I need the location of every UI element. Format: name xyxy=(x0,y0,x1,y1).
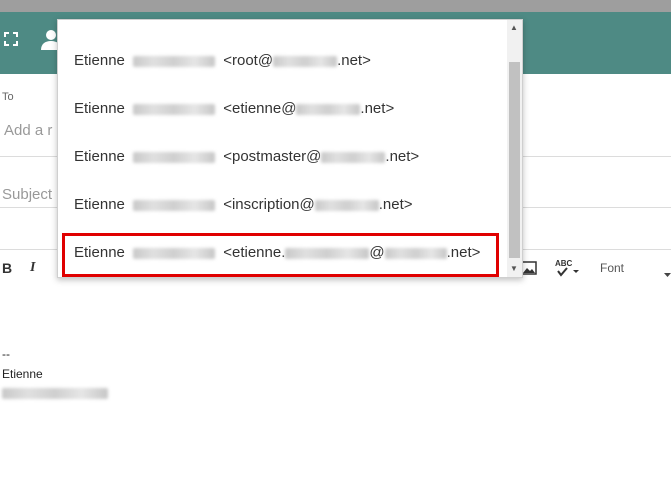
scroll-down-arrow-icon[interactable]: ▼ xyxy=(510,264,518,273)
signature-separator: -- xyxy=(2,347,10,361)
recipient-autocomplete: Etienne <root@ .net> Etienne <etienne@ .ne… xyxy=(57,19,523,278)
autocomplete-item[interactable]: Etienne <etienne@ .net> xyxy=(58,85,506,133)
redacted-domain xyxy=(384,247,447,259)
contact-name: Etienne xyxy=(74,196,125,213)
contact-email-prefix: <etienne@ xyxy=(223,100,297,117)
contact-name: Etienne xyxy=(74,100,125,117)
contact-name: Etienne xyxy=(74,244,125,261)
bold-button[interactable]: B xyxy=(2,260,12,276)
signature-name: Etienne xyxy=(2,367,43,381)
contact-email-suffix: .net> xyxy=(378,196,413,213)
font-select[interactable]: Font xyxy=(600,261,624,275)
contact-name: Etienne xyxy=(74,148,125,165)
fullscreen-icon[interactable] xyxy=(4,32,18,46)
autocomplete-item[interactable]: Etienne <inscription@ .net> xyxy=(58,181,506,229)
font-chevron-down-icon[interactable] xyxy=(664,265,671,277)
contact-email-suffix: .net> xyxy=(337,52,371,69)
scroll-up-arrow-icon[interactable]: ▲ xyxy=(510,23,518,32)
contact-email-suffix: .net> xyxy=(446,244,481,261)
autocomplete-item[interactable]: Etienne <root@ .net> xyxy=(58,37,506,85)
contact-email-prefix: <postmaster@ xyxy=(223,148,322,165)
redacted-domain xyxy=(314,199,379,211)
autocomplete-scrollbar[interactable]: ▲ ▼ xyxy=(507,20,522,277)
contact-email-at: @ xyxy=(369,244,385,261)
signature-redacted xyxy=(2,386,108,400)
redacted-surname xyxy=(133,103,216,115)
redacted-domain xyxy=(296,103,361,115)
contact-email-prefix: <etienne. xyxy=(223,244,286,261)
contact-email-prefix: <root@ xyxy=(223,52,274,69)
image-icon[interactable] xyxy=(521,261,537,275)
redacted-domain xyxy=(273,55,338,67)
redacted-surname xyxy=(133,55,216,67)
spellcheck-icon[interactable]: ABC xyxy=(555,259,581,277)
redacted-surname xyxy=(133,151,216,163)
italic-button[interactable]: I xyxy=(30,260,35,276)
subject-input[interactable]: Subject xyxy=(2,186,52,203)
redacted-domain xyxy=(321,151,386,163)
contact-name: Etienne xyxy=(74,52,125,69)
contact-email-prefix: <inscription@ xyxy=(223,196,315,213)
redacted-surname xyxy=(133,199,216,211)
to-label: To xyxy=(2,91,14,103)
autocomplete-item[interactable]: Etienne <postmaster@ .net> xyxy=(58,133,506,181)
to-input[interactable]: Add a r xyxy=(4,122,52,139)
scrollbar-thumb[interactable] xyxy=(509,62,520,258)
contact-email-suffix: .net> xyxy=(385,148,420,165)
redacted-surname xyxy=(133,247,216,259)
contact-email-suffix: .net> xyxy=(360,100,395,117)
window-top-strip xyxy=(0,0,671,12)
autocomplete-item-highlighted[interactable]: Etienne <etienne. @ .net> xyxy=(58,229,506,277)
redacted-local-part xyxy=(285,247,370,259)
